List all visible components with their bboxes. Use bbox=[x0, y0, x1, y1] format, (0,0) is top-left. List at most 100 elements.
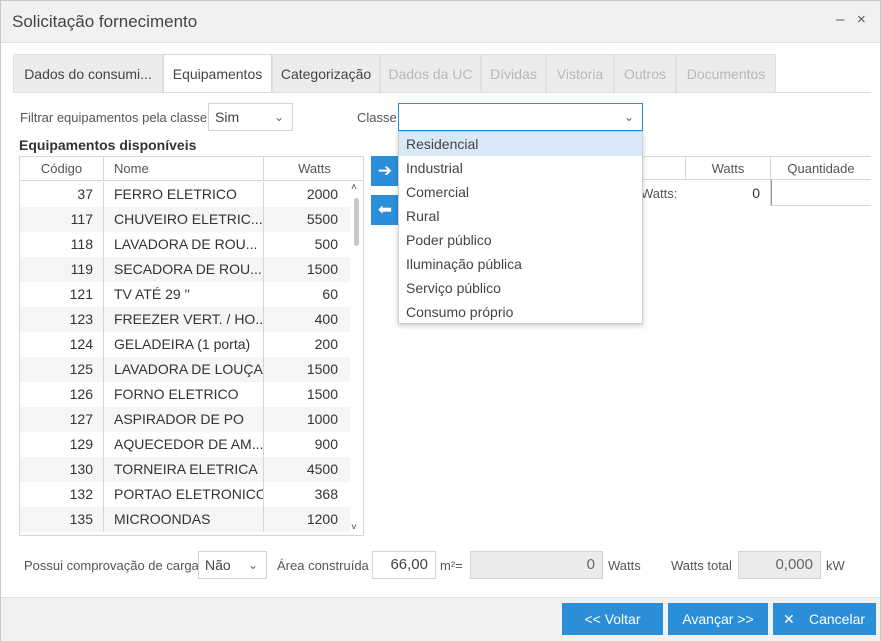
equipment-watts: 368 bbox=[314, 486, 338, 502]
equipment-watts: 900 bbox=[314, 436, 338, 452]
table-row[interactable]: 124 GELADEIRA (1 porta) 200 bbox=[20, 332, 350, 357]
equipment-watts: 200 bbox=[314, 336, 338, 352]
equipment-code: 132 bbox=[20, 482, 104, 507]
table-row[interactable]: 135 MICROONDAS 1200 bbox=[20, 507, 350, 532]
minimize-icon[interactable]: – bbox=[836, 11, 844, 28]
tab-equipamentos[interactable]: Equipamentos bbox=[163, 54, 272, 93]
title-bar: Solicitação fornecimento – × bbox=[1, 1, 880, 43]
equipment-name: GELADEIRA (1 porta) bbox=[104, 332, 264, 357]
option-rural[interactable]: Rural bbox=[399, 204, 642, 228]
equipment-name: TORNEIRA ELETRICA bbox=[104, 457, 264, 482]
table-row[interactable]: 130 TORNEIRA ELETRICA 4500 bbox=[20, 457, 350, 482]
equipment-watts: 1500 bbox=[306, 261, 338, 277]
scroll-down-icon[interactable]: ˅ bbox=[351, 522, 357, 533]
equipment-code: 125 bbox=[20, 357, 104, 382]
equipment-watts: 500 bbox=[314, 236, 338, 252]
back-button[interactable]: << Voltar bbox=[562, 603, 663, 635]
equipment-code: 126 bbox=[20, 382, 104, 407]
table-row[interactable]: 119 SECADORA DE ROU... 1500 bbox=[20, 257, 350, 282]
available-equipment-title: Equipamentos disponíveis bbox=[19, 137, 197, 153]
equipment-name: MICROONDAS bbox=[104, 507, 264, 532]
proof-value: Não bbox=[205, 557, 231, 573]
option-poder-publico[interactable]: Poder público bbox=[399, 228, 642, 252]
table-row[interactable]: 125 LAVADORA DE LOUÇA 1500 bbox=[20, 357, 350, 382]
table-row[interactable]: 121 TV ATÉ 29 '' 60 bbox=[20, 282, 350, 307]
equipment-name: AQUECEDOR DE AM... bbox=[104, 432, 264, 457]
area-label: Área construída bbox=[277, 558, 369, 573]
add-equipment-button[interactable]: ➔ bbox=[371, 156, 399, 186]
equipment-watts: 5500 bbox=[306, 211, 338, 227]
table-row[interactable]: 118 LAVADORA DE ROU... 500 bbox=[20, 232, 350, 257]
next-button[interactable]: Avançar >> bbox=[668, 603, 768, 635]
equipment-code: 37 bbox=[20, 182, 104, 207]
equipment-code: 123 bbox=[20, 307, 104, 332]
area-input[interactable]: 66,00 bbox=[372, 551, 436, 579]
proof-select[interactable]: Não ⌄ bbox=[198, 551, 267, 579]
tab-categorizacao[interactable]: Categorização bbox=[272, 54, 380, 93]
filter-select[interactable]: Sim ⌄ bbox=[208, 103, 293, 131]
cancel-button[interactable]: ✕ Cancelar bbox=[773, 603, 876, 635]
column-header-quantity[interactable]: Quantidade bbox=[771, 156, 871, 180]
quantity-field[interactable] bbox=[771, 180, 871, 206]
equipment-watts: 1500 bbox=[306, 386, 338, 402]
equipment-code: 121 bbox=[20, 282, 104, 307]
table-row[interactable]: 117 CHUVEIRO ELETRIC... 5500 bbox=[20, 207, 350, 232]
tab-divider bbox=[13, 92, 871, 93]
remove-equipment-button[interactable]: ⬅ bbox=[371, 195, 399, 225]
cancel-label: Cancelar bbox=[809, 611, 866, 627]
area-watts-field: 0 bbox=[470, 551, 603, 579]
equipment-watts: 1500 bbox=[306, 361, 338, 377]
selected-watts-total: 0 bbox=[686, 180, 771, 206]
filter-value: Sim bbox=[215, 109, 240, 125]
proof-label: Possui comprovação de carga bbox=[24, 558, 199, 573]
equipment-name: FREEZER VERT. / HO... bbox=[104, 307, 264, 332]
table-row[interactable]: 123 FREEZER VERT. / HO... 400 bbox=[20, 307, 350, 332]
column-header-code[interactable]: Código bbox=[20, 157, 104, 181]
close-icon[interactable]: × bbox=[857, 11, 866, 28]
table-row[interactable]: 127 ASPIRADOR DE PO 1000 bbox=[20, 407, 350, 432]
table-row[interactable]: 129 AQUECEDOR DE AM... 900 bbox=[20, 432, 350, 457]
equipment-watts: 4500 bbox=[306, 461, 338, 477]
classe-dropdown: Residencial Industrial Comercial Rural P… bbox=[398, 131, 643, 324]
grid-scrollbar[interactable]: ˄ ˅ bbox=[350, 182, 363, 535]
table-row[interactable]: 37 FERRO ELETRICO 2000 bbox=[20, 182, 350, 207]
equipment-name: ASPIRADOR DE PO bbox=[104, 407, 264, 432]
scroll-up-icon[interactable]: ˄ bbox=[351, 182, 357, 193]
tab-dados-uc[interactable]: Dados da UC bbox=[380, 54, 481, 93]
option-consumo-proprio[interactable]: Consumo próprio bbox=[399, 300, 642, 324]
chevron-down-icon: ⌄ bbox=[273, 110, 284, 124]
available-equipment-grid: Código Nome Watts 37 FERRO ELETRICO 2000 11… bbox=[19, 156, 364, 536]
table-row[interactable]: 126 FORNO ELETRICO 1500 bbox=[20, 382, 350, 407]
grid-body: 37 FERRO ELETRICO 2000 117 CHUVEIRO ELETRIC.… bbox=[20, 182, 350, 532]
equipment-watts: 2000 bbox=[306, 186, 338, 202]
tab-dados-consumidor[interactable]: Dados do consumi... bbox=[13, 54, 163, 93]
equipment-code: 124 bbox=[20, 332, 104, 357]
grid-header: Código Nome Watts bbox=[20, 157, 363, 181]
scroll-thumb[interactable] bbox=[354, 198, 359, 246]
option-servico-publico[interactable]: Serviço público bbox=[399, 276, 642, 300]
tab-outros[interactable]: Outros bbox=[614, 54, 676, 93]
equipment-code: 117 bbox=[20, 207, 104, 232]
equipment-name: PORTAO ELETRONICO bbox=[104, 482, 264, 507]
equipment-name: LAVADORA DE ROU... bbox=[104, 232, 264, 257]
option-iluminacao-publica[interactable]: Iluminação pública bbox=[399, 252, 642, 276]
tab-documentos[interactable]: Documentos bbox=[676, 54, 776, 93]
tab-dividas[interactable]: Dívidas bbox=[481, 54, 546, 93]
column-header-name[interactable]: Nome bbox=[104, 157, 264, 181]
equipment-name: FERRO ELETRICO bbox=[104, 182, 264, 207]
option-residencial[interactable]: Residencial bbox=[399, 132, 642, 156]
column-header-watts[interactable]: Watts bbox=[264, 157, 363, 181]
arrow-left-icon: ⬅ bbox=[377, 200, 393, 219]
option-comercial[interactable]: Comercial bbox=[399, 180, 642, 204]
equipment-watts: 60 bbox=[322, 286, 338, 302]
chevron-down-icon: ⌄ bbox=[247, 558, 258, 572]
table-row[interactable]: 132 PORTAO ELETRONICO 368 bbox=[20, 482, 350, 507]
tab-vistoria[interactable]: Vistoria bbox=[546, 54, 614, 93]
arrow-right-icon: ➔ bbox=[377, 161, 393, 180]
classe-select[interactable]: ⌄ bbox=[398, 103, 643, 131]
equipment-watts: 1000 bbox=[306, 411, 338, 427]
option-industrial[interactable]: Industrial bbox=[399, 156, 642, 180]
classe-label: Classe bbox=[357, 110, 397, 125]
close-icon: ✕ bbox=[783, 611, 795, 627]
column-header-selected-watts[interactable]: Watts bbox=[686, 156, 771, 180]
